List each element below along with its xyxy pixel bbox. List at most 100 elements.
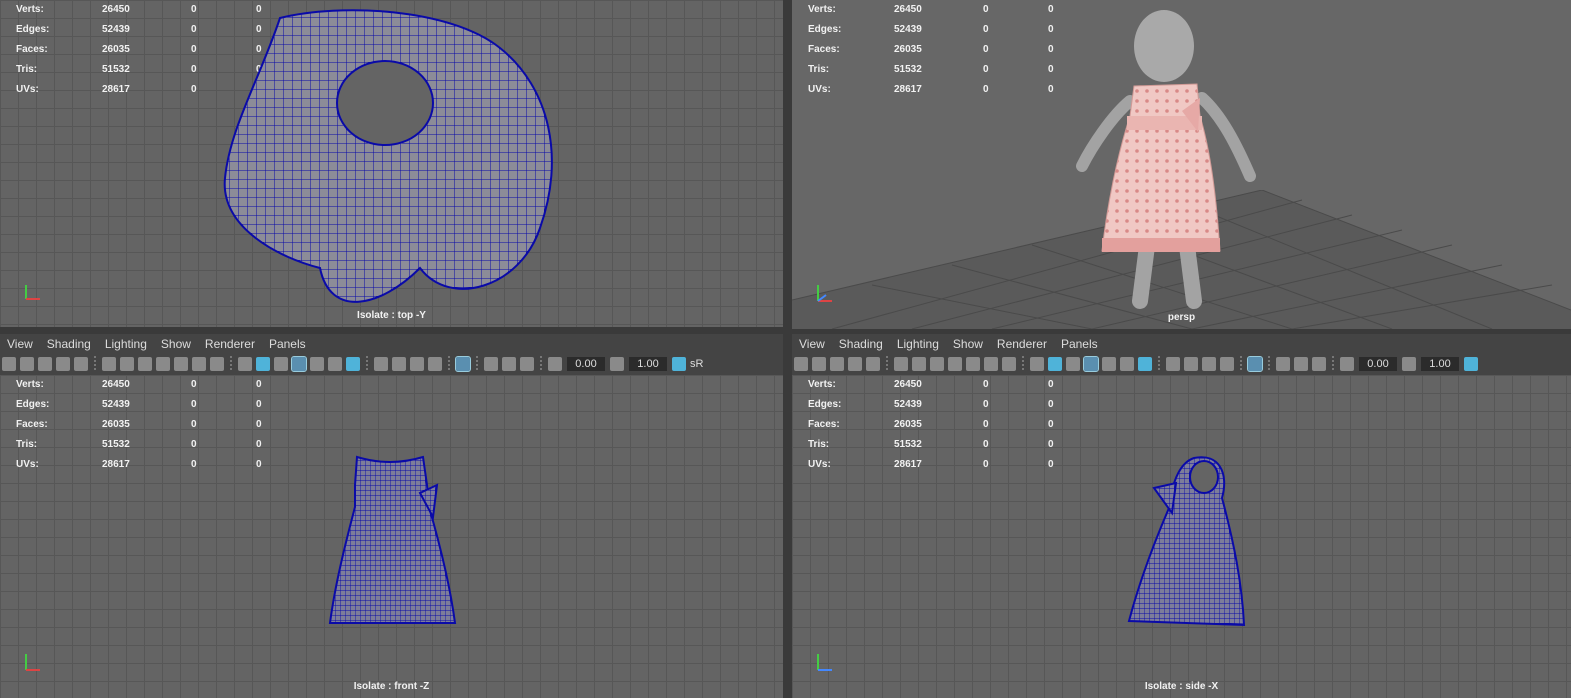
wireframe-on-shaded-icon[interactable] xyxy=(1083,356,1099,372)
isolate-select-icon[interactable] xyxy=(1247,356,1263,372)
menu-panels[interactable]: Panels xyxy=(1054,337,1105,351)
textured-icon[interactable] xyxy=(1102,357,1116,371)
smooth-shade-icon[interactable] xyxy=(1048,357,1062,371)
menu-lighting[interactable]: Lighting xyxy=(98,337,154,351)
axis-gizmo xyxy=(817,654,832,671)
baby-model[interactable] xyxy=(1072,6,1272,316)
smooth-shade-icon[interactable] xyxy=(256,357,270,371)
gate-mask-icon[interactable] xyxy=(156,357,170,371)
viewport-label: Isolate : top -Y xyxy=(357,310,426,321)
wireframe-icon[interactable] xyxy=(238,357,252,371)
safe-action-icon[interactable] xyxy=(984,357,998,371)
axis-gizmo xyxy=(25,654,40,671)
gamma-icon xyxy=(1402,357,1416,371)
image-plane-icon[interactable] xyxy=(56,357,70,371)
safe-title-icon[interactable] xyxy=(210,357,224,371)
camera-icon[interactable] xyxy=(794,357,808,371)
menu-renderer[interactable]: Renderer xyxy=(990,337,1054,351)
menu-view[interactable]: View xyxy=(792,337,832,351)
panel-toolbar-front: 0.00 1.00 sR xyxy=(0,353,783,375)
panel-menubar-side: View Shading Lighting Show Renderer Pane… xyxy=(792,334,1571,354)
viewport-persp[interactable]: Verts: 26450 0 0 Edges: 52439 0 0 Faces: 26035 0… xyxy=(792,0,1571,329)
dress-mesh-front[interactable] xyxy=(325,455,460,630)
xray-icon[interactable] xyxy=(1276,357,1290,371)
field-chart-icon[interactable] xyxy=(174,357,188,371)
dress-mesh-top[interactable] xyxy=(220,8,560,318)
menu-renderer[interactable]: Renderer xyxy=(198,337,262,351)
exposure-icon xyxy=(1340,357,1354,371)
film-gate-icon[interactable] xyxy=(912,357,926,371)
gate-mask-icon[interactable] xyxy=(948,357,962,371)
xray-joints-icon[interactable] xyxy=(1294,357,1308,371)
film-gate-icon[interactable] xyxy=(120,357,134,371)
axis-gizmo xyxy=(25,285,40,300)
default-material-icon[interactable] xyxy=(274,357,288,371)
ao-icon[interactable] xyxy=(374,357,388,371)
viewport-top[interactable]: Verts: 26450 0 0 Edges: 52439 0 0 Faces: 26035 0… xyxy=(0,0,783,327)
shadows-icon[interactable] xyxy=(346,357,360,371)
gamma-icon xyxy=(610,357,624,371)
viewport-label: Isolate : side -X xyxy=(1144,681,1219,692)
field-chart-icon[interactable] xyxy=(966,357,980,371)
grid-icon[interactable] xyxy=(102,357,116,371)
shadows-icon[interactable] xyxy=(1138,357,1152,371)
xray-icon[interactable] xyxy=(484,357,498,371)
grease-pencil-icon[interactable] xyxy=(74,357,88,371)
default-material-icon[interactable] xyxy=(1066,357,1080,371)
gamma-field[interactable]: 1.00 xyxy=(629,357,667,371)
bookmark-icon[interactable] xyxy=(38,357,52,371)
hud-stats: Verts: 26450 0 0 Edges: 52439 0 0 Faces: 26035 0… xyxy=(808,4,1054,95)
isolate-select-icon[interactable] xyxy=(455,356,471,372)
viewport-front[interactable]: Verts: 26450 0 0 Edges: 52439 0 0 Faces: 26035 0… xyxy=(0,375,783,698)
dof-icon[interactable] xyxy=(428,357,442,371)
panel-menubar-front: View Shading Lighting Show Renderer Pane… xyxy=(0,334,783,354)
ao-icon[interactable] xyxy=(1166,357,1180,371)
viewport-label: persp xyxy=(1167,312,1196,323)
grid-icon[interactable] xyxy=(894,357,908,371)
anti-alias-icon[interactable] xyxy=(410,357,424,371)
menu-view[interactable]: View xyxy=(0,337,40,351)
wireframe-on-shaded-icon[interactable] xyxy=(291,356,307,372)
camera-attributes-icon[interactable] xyxy=(812,357,826,371)
anti-alias-icon[interactable] xyxy=(1202,357,1216,371)
camera-icon[interactable] xyxy=(2,357,16,371)
menu-shading[interactable]: Shading xyxy=(832,337,890,351)
image-plane-icon[interactable] xyxy=(848,357,862,371)
bookmark-icon[interactable] xyxy=(830,357,844,371)
xray-active-icon[interactable] xyxy=(520,357,534,371)
wireframe-icon[interactable] xyxy=(1030,357,1044,371)
view-transform-label[interactable]: sR xyxy=(688,358,703,370)
resolution-gate-icon[interactable] xyxy=(930,357,944,371)
grease-pencil-icon[interactable] xyxy=(866,357,880,371)
exposure-field[interactable]: 0.00 xyxy=(567,357,605,371)
motion-blur-icon[interactable] xyxy=(1184,357,1198,371)
viewport-label: Isolate : front -Z xyxy=(353,681,430,692)
menu-shading[interactable]: Shading xyxy=(40,337,98,351)
lights-icon[interactable] xyxy=(1120,357,1134,371)
gamma-field[interactable]: 1.00 xyxy=(1421,357,1459,371)
axis-gizmo xyxy=(817,285,832,302)
dress-mesh-side[interactable] xyxy=(1124,453,1249,633)
color-management-icon[interactable] xyxy=(1464,357,1478,371)
panel-toolbar-side: 0.00 1.00 xyxy=(792,353,1571,375)
exposure-field[interactable]: 0.00 xyxy=(1359,357,1397,371)
xray-active-icon[interactable] xyxy=(1312,357,1326,371)
dof-icon[interactable] xyxy=(1220,357,1234,371)
safe-title-icon[interactable] xyxy=(1002,357,1016,371)
menu-lighting[interactable]: Lighting xyxy=(890,337,946,351)
viewport-side[interactable]: Verts: 26450 0 0 Edges: 52439 0 0 Faces: 26035 0… xyxy=(792,375,1571,698)
color-management-icon[interactable] xyxy=(672,357,686,371)
motion-blur-icon[interactable] xyxy=(392,357,406,371)
camera-attributes-icon[interactable] xyxy=(20,357,34,371)
xray-joints-icon[interactable] xyxy=(502,357,516,371)
hud-stats: Verts: 26450 0 0 Edges: 52439 0 0 Faces: 26035 0… xyxy=(808,379,1054,470)
lights-icon[interactable] xyxy=(328,357,342,371)
menu-show[interactable]: Show xyxy=(154,337,198,351)
hud-stats: Verts: 26450 0 0 Edges: 52439 0 0 Faces: 26035 0… xyxy=(16,379,262,470)
menu-panels[interactable]: Panels xyxy=(262,337,313,351)
resolution-gate-icon[interactable] xyxy=(138,357,152,371)
textured-icon[interactable] xyxy=(310,357,324,371)
exposure-icon xyxy=(548,357,562,371)
safe-action-icon[interactable] xyxy=(192,357,206,371)
menu-show[interactable]: Show xyxy=(946,337,990,351)
